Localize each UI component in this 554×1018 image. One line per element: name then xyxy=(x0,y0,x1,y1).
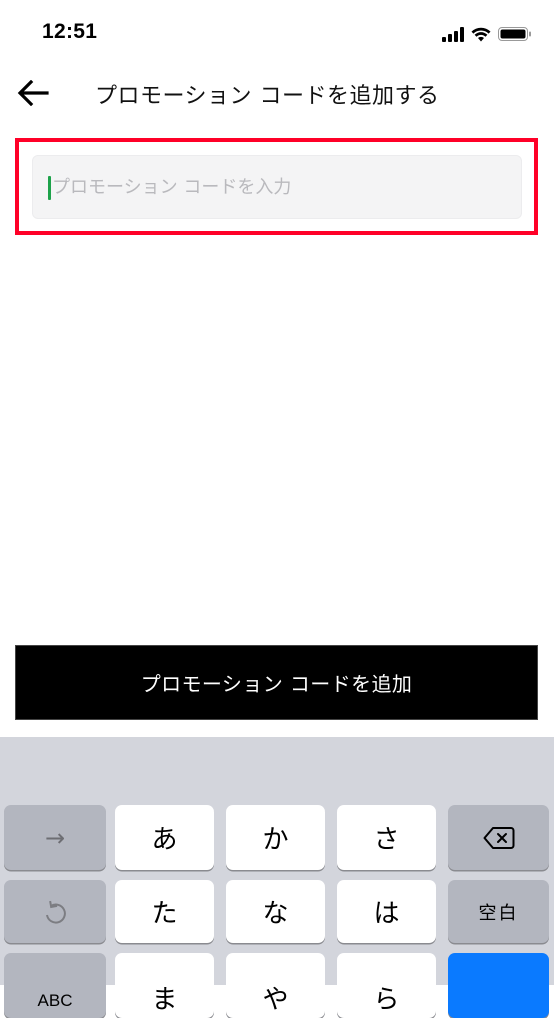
promo-code-field[interactable] xyxy=(32,155,522,219)
japanese-kana-keyboard: → あ か さ た な は 空白 ABC ま や ら xyxy=(0,737,554,1018)
page-title: プロモーション コードを追加する xyxy=(95,84,440,109)
key-delete[interactable] xyxy=(448,805,549,870)
key-ka[interactable]: か xyxy=(226,805,325,870)
battery-icon xyxy=(498,27,531,41)
nav-header: プロモーション コードを追加する xyxy=(0,66,554,122)
key-abc[interactable]: ABC xyxy=(4,953,106,1018)
key-ma-label: ま xyxy=(151,985,178,1015)
key-ya-label: や xyxy=(262,985,289,1015)
key-abc-label: ABC xyxy=(37,990,73,1010)
key-next[interactable]: → xyxy=(4,805,106,870)
key-ta-label: た xyxy=(151,899,178,929)
promo-code-input[interactable] xyxy=(52,156,512,218)
key-ra-label: ら xyxy=(373,985,400,1015)
wifi-icon xyxy=(471,27,491,41)
key-undo[interactable] xyxy=(4,880,106,943)
key-space-label: 空白 xyxy=(478,902,519,924)
arrow-right-icon: → xyxy=(44,823,66,852)
key-ka-label: か xyxy=(262,825,289,855)
key-sa[interactable]: さ xyxy=(337,805,436,870)
status-time: 12:51 xyxy=(42,20,98,43)
key-ha-label: は xyxy=(373,899,400,929)
add-promo-code-button[interactable]: プロモーション コードを追加 xyxy=(15,645,538,720)
key-sa-label: さ xyxy=(373,825,400,855)
key-na-label: な xyxy=(262,899,289,929)
key-ra[interactable]: ら xyxy=(337,953,436,1018)
key-ta[interactable]: た xyxy=(115,880,214,943)
key-space[interactable]: 空白 xyxy=(448,880,549,943)
key-na[interactable]: な xyxy=(226,880,325,943)
arrow-left-icon xyxy=(17,80,49,106)
delete-backspace-icon xyxy=(483,826,514,849)
status-icons xyxy=(442,25,532,43)
back-button[interactable] xyxy=(14,76,52,110)
key-ma[interactable]: ま xyxy=(115,953,214,1018)
status-bar: 12:51 xyxy=(0,0,554,66)
key-ya[interactable]: や xyxy=(226,953,325,1018)
cellular-signal-icon xyxy=(442,26,464,42)
text-caret xyxy=(48,176,51,200)
key-ha[interactable]: は xyxy=(337,880,436,943)
add-promo-code-button-label: プロモーション コードを追加 xyxy=(140,672,413,696)
key-a[interactable]: あ xyxy=(115,805,214,870)
key-return[interactable] xyxy=(448,953,549,1018)
key-a-label: あ xyxy=(151,825,178,855)
undo-icon xyxy=(46,900,66,924)
